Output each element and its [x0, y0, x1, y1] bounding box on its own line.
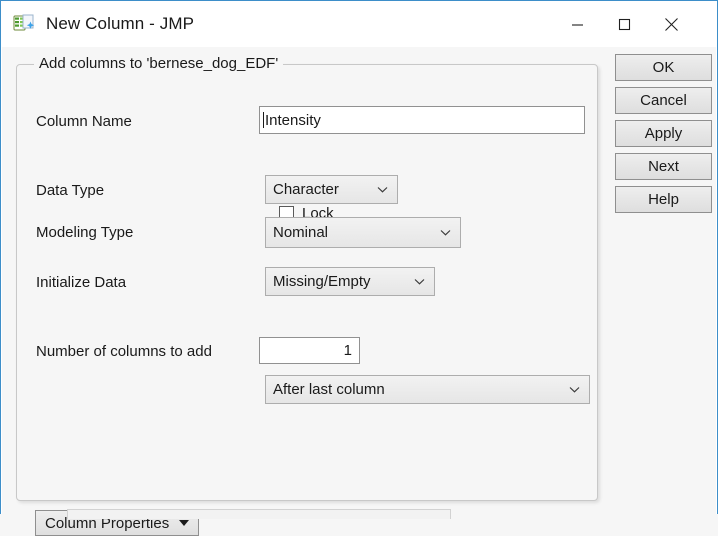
clipped-bottom-panel	[67, 509, 451, 519]
minimize-button[interactable]	[554, 1, 601, 47]
column-name-input[interactable]: Intensity	[259, 106, 585, 134]
chevron-down-icon	[377, 186, 388, 193]
new-column-table-icon	[12, 12, 36, 36]
data-type-value: Character	[273, 181, 339, 198]
insert-position-select[interactable]: After last column	[265, 375, 590, 404]
chevron-down-icon	[414, 278, 425, 285]
number-of-columns-value: 1	[344, 342, 352, 359]
column-name-label: Column Name	[36, 113, 132, 130]
text-caret	[263, 112, 264, 128]
cancel-button[interactable]: Cancel	[615, 87, 712, 114]
triangle-down-icon	[179, 520, 189, 526]
dialog-client-area: Add columns to 'bernese_dog_EDF' Column …	[2, 47, 716, 514]
window-title: New Column - JMP	[46, 14, 194, 34]
insert-position-value: After last column	[273, 381, 385, 398]
data-type-select[interactable]: Character	[265, 175, 398, 204]
modeling-type-value: Nominal	[273, 224, 328, 241]
maximize-button[interactable]	[601, 1, 648, 47]
apply-button[interactable]: Apply	[615, 120, 712, 147]
chevron-down-icon	[569, 386, 580, 393]
number-of-columns-label: Number of columns to add	[36, 343, 212, 360]
new-column-dialog-window: New Column - JMP Add c	[0, 0, 718, 514]
modeling-type-label: Modeling Type	[36, 224, 133, 241]
add-columns-groupbox: Add columns to 'bernese_dog_EDF' Column …	[16, 64, 598, 501]
initialize-data-value: Missing/Empty	[273, 273, 371, 290]
number-of-columns-input[interactable]: 1	[259, 337, 360, 364]
ok-button[interactable]: OK	[615, 54, 712, 81]
data-type-label: Data Type	[36, 182, 104, 199]
next-button[interactable]: Next	[615, 153, 712, 180]
dialog-button-column: OK Cancel Apply Next Help	[615, 54, 712, 219]
close-button[interactable]	[648, 1, 695, 47]
window-controls	[554, 1, 717, 47]
column-name-value: Intensity	[265, 112, 321, 129]
title-bar[interactable]: New Column - JMP	[1, 1, 717, 47]
initialize-data-label: Initialize Data	[36, 274, 126, 291]
initialize-data-select[interactable]: Missing/Empty	[265, 267, 435, 296]
help-button[interactable]: Help	[615, 186, 712, 213]
groupbox-legend: Add columns to 'bernese_dog_EDF'	[34, 55, 283, 72]
chevron-down-icon	[440, 229, 451, 236]
modeling-type-select[interactable]: Nominal	[265, 217, 461, 248]
